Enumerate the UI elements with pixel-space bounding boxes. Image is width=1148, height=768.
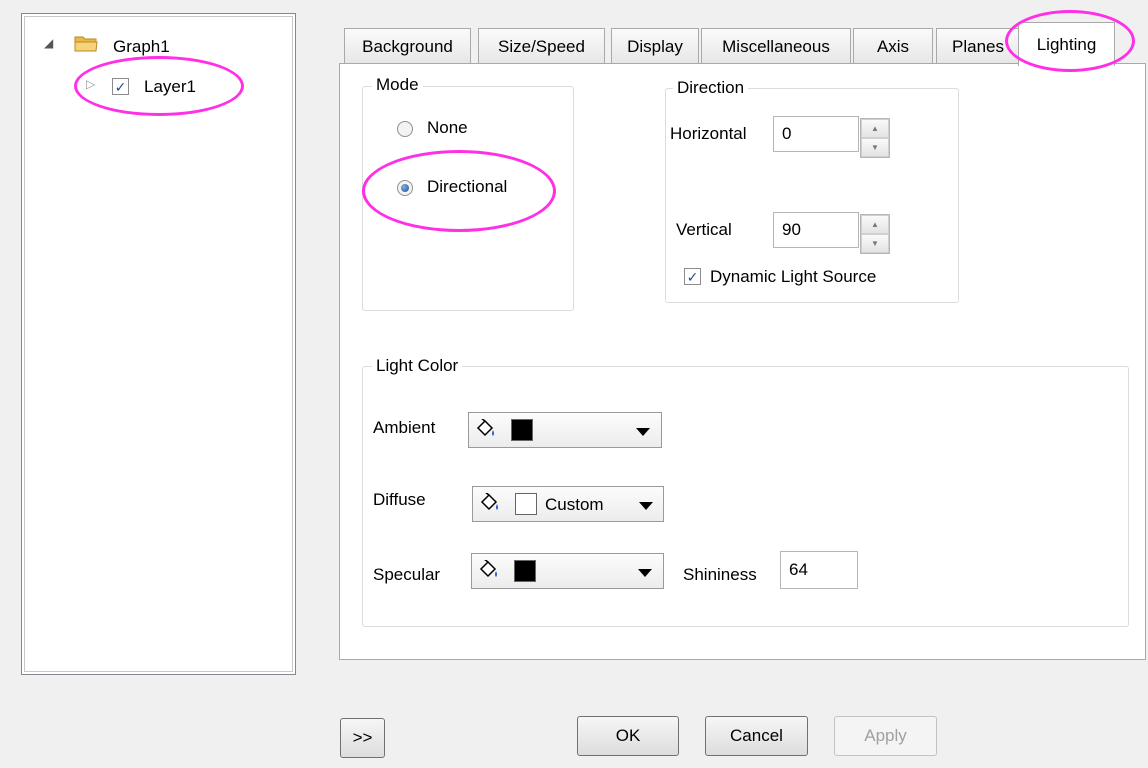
layer-checkbox[interactable]: ✓ [112, 78, 129, 95]
specular-color-dropdown[interactable] [471, 553, 664, 589]
radio-none[interactable] [397, 121, 413, 137]
spin-down-icon[interactable]: ▼ [861, 138, 889, 157]
mode-group-title: Mode [372, 75, 423, 95]
shininess-input[interactable]: 64 [780, 551, 858, 589]
tab-size-speed[interactable]: Size/Speed [478, 28, 605, 64]
apply-button[interactable]: Apply [834, 716, 937, 756]
tab-display[interactable]: Display [611, 28, 699, 64]
tree-panel: ◢ Graph1 ▷ ✓ Layer1 [21, 13, 296, 675]
paint-bucket-icon [479, 560, 497, 578]
spin-down-icon[interactable]: ▼ [861, 234, 889, 253]
diffuse-color-text: Custom [545, 495, 604, 514]
mode-group [362, 86, 574, 311]
vertical-label: Vertical [676, 220, 732, 239]
radio-directional[interactable] [397, 180, 413, 196]
collapse-arrow-icon[interactable]: ◢ [44, 36, 53, 50]
dynamic-light-label[interactable]: Dynamic Light Source [710, 267, 876, 287]
ambient-color-dropdown[interactable] [468, 412, 662, 448]
dynamic-light-checkbox[interactable]: ✓ [684, 268, 701, 285]
ok-button[interactable]: OK [577, 716, 679, 756]
tab-miscellaneous[interactable]: Miscellaneous [701, 28, 851, 64]
diffuse-color-dropdown[interactable]: Custom [472, 486, 664, 522]
expand-button[interactable]: >> [340, 718, 385, 758]
diffuse-label: Diffuse [373, 490, 426, 509]
dropdown-arrow-icon [638, 569, 652, 577]
light-color-group-title: Light Color [372, 356, 463, 376]
spin-up-icon[interactable]: ▲ [861, 215, 889, 234]
radio-directional-label[interactable]: Directional [427, 177, 507, 197]
tab-axis[interactable]: Axis [853, 28, 933, 64]
horizontal-spinner[interactable]: ▲ ▼ [860, 118, 890, 158]
folder-icon [74, 36, 98, 52]
radio-none-label[interactable]: None [427, 118, 468, 138]
horizontal-label: Horizontal [670, 124, 747, 143]
vertical-spinner[interactable]: ▲ ▼ [860, 214, 890, 254]
specular-label: Specular [373, 565, 441, 584]
direction-group-title: Direction [673, 78, 749, 98]
tab-background[interactable]: Background [344, 28, 471, 64]
vertical-input[interactable]: 90 [773, 212, 859, 248]
paint-bucket-icon [476, 419, 494, 437]
radio-selected-dot [401, 184, 409, 192]
ambient-swatch [511, 419, 533, 441]
dropdown-arrow-icon [639, 502, 653, 510]
tree-root-label[interactable]: Graph1 [113, 37, 170, 57]
tab-planes[interactable]: Planes [936, 28, 1020, 64]
spin-up-icon[interactable]: ▲ [861, 119, 889, 138]
ambient-label: Ambient [373, 418, 436, 437]
expand-arrow-icon[interactable]: ▷ [86, 77, 95, 91]
paint-bucket-icon [480, 493, 498, 511]
diffuse-swatch [515, 493, 537, 515]
dropdown-arrow-icon [636, 428, 650, 436]
tab-lighting[interactable]: Lighting [1018, 22, 1115, 66]
tree-child-label[interactable]: Layer1 [144, 77, 196, 97]
shininess-label: Shininess [683, 565, 757, 584]
horizontal-input[interactable]: 0 [773, 116, 859, 152]
specular-swatch [514, 560, 536, 582]
cancel-button[interactable]: Cancel [705, 716, 808, 756]
